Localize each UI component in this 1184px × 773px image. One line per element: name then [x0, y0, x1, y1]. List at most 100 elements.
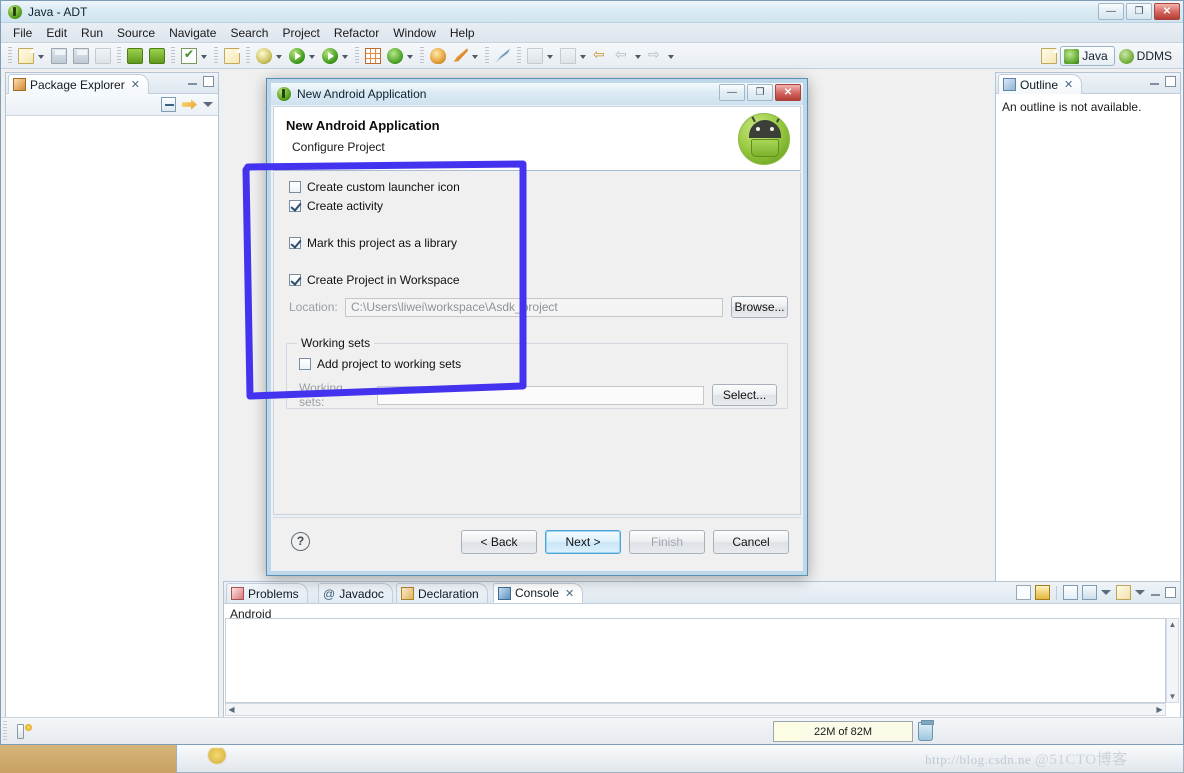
checkbox-row-create-activity[interactable]: Create activity — [289, 199, 383, 213]
display-selected-console-icon[interactable] — [1082, 585, 1097, 600]
create-custom-launcher-icon-checkbox[interactable] — [289, 181, 301, 193]
next-annotation-dropdown[interactable] — [546, 46, 555, 66]
toolbar-grip-2[interactable] — [117, 46, 121, 65]
scroll-down-icon[interactable]: ▼ — [1167, 691, 1178, 702]
backward-history-button[interactable] — [613, 46, 633, 66]
link-with-editor-icon[interactable] — [182, 99, 197, 110]
toolbar-grip-3[interactable] — [171, 46, 175, 65]
search-button[interactable] — [450, 46, 470, 66]
menu-window[interactable]: Window — [386, 24, 443, 42]
scroll-left-icon[interactable]: ◀ — [226, 704, 237, 715]
checkbox-row-mark-project-as-library[interactable]: Mark this project as a library — [289, 236, 457, 250]
save-button[interactable] — [49, 46, 69, 66]
perspective-java[interactable]: Java — [1060, 46, 1115, 66]
toolbar-grip-4[interactable] — [214, 46, 218, 65]
window-minimize-button[interactable]: — — [1098, 3, 1124, 20]
create-project-in-workspace-checkbox[interactable] — [289, 274, 301, 286]
menu-help[interactable]: Help — [443, 24, 482, 42]
menu-source[interactable]: Source — [110, 24, 162, 42]
run-garbage-collector-icon[interactable] — [918, 720, 934, 741]
debug-button[interactable] — [254, 46, 274, 66]
open-console-icon[interactable] — [1116, 585, 1131, 600]
location-input[interactable]: C:\Users\liwei\workspace\Asdk_project — [345, 297, 723, 317]
forward-history-button[interactable] — [646, 46, 666, 66]
pin-editor-button[interactable] — [493, 46, 513, 66]
menu-run[interactable]: Run — [74, 24, 110, 42]
scroll-up-icon[interactable]: ▲ — [1167, 619, 1178, 630]
help-icon[interactable]: ? — [291, 532, 310, 551]
toolbar-grip-5[interactable] — [246, 46, 250, 65]
window-close-button[interactable]: ✕ — [1154, 3, 1180, 20]
save-all-button[interactable] — [71, 46, 91, 66]
next-button[interactable]: Next > — [545, 530, 621, 554]
package-explorer-tree[interactable] — [6, 116, 218, 717]
minimize-view-icon[interactable] — [187, 76, 198, 87]
collapse-all-icon[interactable] — [161, 97, 176, 112]
tab-console[interactable]: Console ✕ — [493, 583, 584, 603]
new-wizard-button[interactable] — [16, 46, 36, 66]
heap-status-monitor[interactable]: 22M of 82M — [773, 721, 913, 742]
tab-problems[interactable]: Problems — [226, 583, 308, 603]
open-perspective-button[interactable] — [1039, 46, 1059, 66]
maximize-view-icon[interactable] — [1165, 76, 1176, 87]
menu-refactor[interactable]: Refactor — [327, 24, 386, 42]
console-vertical-scrollbar[interactable]: ▲ ▼ — [1166, 618, 1179, 703]
display-selected-console-dropdown-icon[interactable] — [1101, 587, 1112, 598]
clear-console-icon[interactable] — [1016, 585, 1031, 600]
open-console-dropdown-icon[interactable] — [1135, 587, 1146, 598]
run-dropdown[interactable] — [308, 46, 317, 66]
android-sdk-manager-button[interactable] — [125, 46, 145, 66]
android-avd-manager-button[interactable] — [147, 46, 167, 66]
next-annotation-button[interactable] — [525, 46, 545, 66]
checkbox-row-create-custom-launcher-icon[interactable]: Create custom launcher icon — [289, 180, 460, 194]
maximize-view-icon[interactable] — [1165, 587, 1176, 598]
run-button[interactable] — [287, 46, 307, 66]
menu-navigate[interactable]: Navigate — [162, 24, 223, 42]
checkbox-row-create-project-in-workspace[interactable]: Create Project in Workspace — [289, 273, 460, 287]
tab-declaration[interactable]: Declaration — [396, 583, 488, 603]
tab-package-explorer[interactable]: Package Explorer ✕ — [8, 74, 149, 94]
lock-scroll-icon[interactable] — [1035, 585, 1050, 600]
previous-annotation-button[interactable] — [558, 46, 578, 66]
menu-edit[interactable]: Edit — [39, 24, 74, 42]
run-coverage-dropdown[interactable] — [341, 46, 350, 66]
toolbar-grip-8[interactable] — [485, 46, 489, 65]
scroll-right-icon[interactable]: ▶ — [1154, 704, 1165, 715]
menu-search[interactable]: Search — [223, 24, 275, 42]
working-sets-combo[interactable] — [377, 385, 704, 405]
select-working-sets-button[interactable]: Select... — [712, 384, 777, 406]
external-tools-dropdown[interactable] — [406, 46, 415, 66]
show-console-when-output-icon[interactable] — [1063, 585, 1078, 600]
dialog-minimize-button[interactable]: — — [719, 84, 745, 101]
toolbar-grip-6[interactable] — [355, 46, 359, 65]
back-button[interactable] — [591, 46, 611, 66]
close-icon[interactable]: ✕ — [131, 78, 140, 91]
close-icon[interactable]: ✕ — [1064, 78, 1073, 91]
new-wizard-dropdown[interactable] — [37, 46, 46, 66]
previous-annotation-dropdown[interactable] — [579, 46, 588, 66]
validate-button[interactable] — [179, 46, 199, 66]
open-type-button[interactable] — [428, 46, 448, 66]
backward-history-dropdown[interactable] — [634, 46, 643, 66]
run-coverage-button[interactable] — [320, 46, 340, 66]
new-table-button[interactable] — [363, 46, 383, 66]
new-android-project-button[interactable] — [222, 46, 242, 66]
menu-file[interactable]: File — [6, 24, 39, 42]
maximize-view-icon[interactable] — [203, 76, 214, 87]
tab-javadoc[interactable]: @ Javadoc — [318, 583, 393, 603]
search-dropdown[interactable] — [471, 46, 480, 66]
window-maximize-button[interactable]: ❐ — [1126, 3, 1152, 20]
close-icon[interactable]: ✕ — [565, 587, 574, 600]
create-activity-checkbox[interactable] — [289, 200, 301, 212]
minimize-view-icon[interactable] — [1149, 76, 1160, 87]
toolbar-grip[interactable] — [8, 46, 12, 65]
checkbox-row-add-project-to-working-sets[interactable]: Add project to working sets — [299, 357, 461, 371]
console-horizontal-scrollbar[interactable]: ◀ ▶ — [225, 703, 1166, 716]
external-tools-button[interactable] — [385, 46, 405, 66]
toolbar-grip-9[interactable] — [517, 46, 521, 65]
minimize-view-icon[interactable] — [1150, 587, 1161, 598]
dialog-close-button[interactable]: ✕ — [775, 84, 801, 101]
browse-button[interactable]: Browse... — [731, 296, 788, 318]
menu-project[interactable]: Project — [275, 24, 326, 42]
mark-project-as-library-checkbox[interactable] — [289, 237, 301, 249]
